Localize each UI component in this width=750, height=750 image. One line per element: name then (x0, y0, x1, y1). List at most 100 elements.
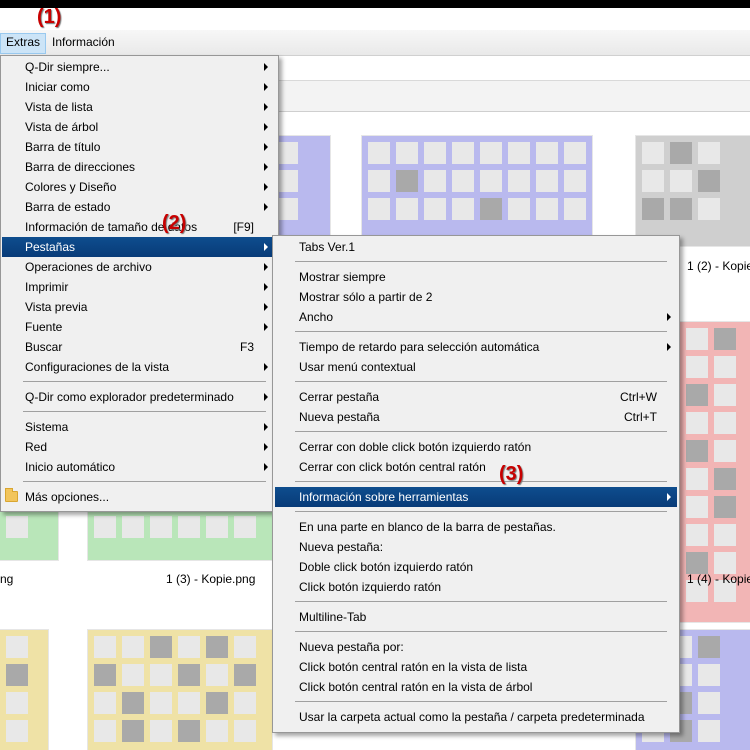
menu-item-red[interactable]: Red (1, 437, 278, 457)
menu-item-barra-de-estado[interactable]: Barra de estado (1, 197, 278, 217)
menu-item-usar-la-carpeta-actual-como-la-pestana-carpeta-predeterminada[interactable]: Usar la carpeta actual como la pestaña /… (273, 707, 679, 727)
menu-item-operaciones-de-archivo[interactable]: Operaciones de archivo (1, 257, 278, 277)
menu-item-barra-de-direcciones[interactable]: Barra de direcciones (1, 157, 278, 177)
menu-item-cerrar-pestana[interactable]: Cerrar pestaña Ctrl+W (273, 387, 679, 407)
thumbnail-cell (122, 516, 144, 538)
menu-item-vista-de-lista[interactable]: Vista de lista (1, 97, 278, 117)
thumbnail-cell (714, 468, 736, 490)
menu-item-shortcut: Ctrl+W (620, 390, 657, 404)
thumbnail-cell (536, 198, 558, 220)
menu-item-label: Buscar (25, 340, 63, 354)
thumbnail-cell (206, 664, 228, 686)
menu-separator (295, 511, 667, 512)
file-thumbnail[interactable] (636, 136, 750, 246)
file-thumbnail[interactable] (270, 136, 330, 246)
menu-item-click-boton-central-raton-en-la-vista-de-lista[interactable]: Click botón central ratón en la vista de… (273, 657, 679, 677)
thumbnail-cell (714, 496, 736, 518)
file-name-label: 1 (4) - Kopie (687, 572, 750, 586)
thumbnail-cell (670, 198, 692, 220)
thumbnail-cell (698, 142, 720, 164)
thumbnail-cell (686, 468, 708, 490)
thumbnail-cell (452, 142, 474, 164)
menu-item-q-dir-siempre[interactable]: Q-Dir siempre... (1, 57, 278, 77)
menu-item-cerrar-con-doble-click-boton-izquierdo-raton[interactable]: Cerrar con doble click botón izquierdo r… (273, 437, 679, 457)
menu-item-click-boton-izquierdo-raton[interactable]: Click botón izquierdo ratón (273, 577, 679, 597)
menu-item-buscar[interactable]: Buscar F3 (1, 337, 278, 357)
menu-item-doble-click-boton-izquierdo-raton[interactable]: Doble click botón izquierdo ratón (273, 557, 679, 577)
menu-item-pestanas[interactable]: Pestañas (2, 237, 272, 257)
thumbnail-cell (564, 198, 586, 220)
menu-item-informacion-de-tamano-de-datos[interactable]: Información de tamaño de datos [F9] (1, 217, 278, 237)
menu-item-click-boton-central-raton-en-la-vista-de-arbol[interactable]: Click botón central ratón en la vista de… (273, 677, 679, 697)
menu-item-sistema[interactable]: Sistema (1, 417, 278, 437)
thumbnail-cell (698, 692, 720, 714)
menu-item-colores-y-diseno[interactable]: Colores y Diseño (1, 177, 278, 197)
menu-item-barra-de-titulo[interactable]: Barra de título (1, 137, 278, 157)
thumbnail-cell (564, 142, 586, 164)
menu-item-mas-opciones[interactable]: Más opciones... (1, 487, 278, 507)
submenu-arrow-icon (264, 423, 268, 431)
thumbnail-cell (122, 720, 144, 742)
menu-item-multiline-tab[interactable]: Multiline-Tab (273, 607, 679, 627)
menu-item-vista-previa[interactable]: Vista previa (1, 297, 278, 317)
thumbnail-cell (698, 198, 720, 220)
menu-item-iniciar-como[interactable]: Iniciar como (1, 77, 278, 97)
thumbnail-cell (686, 440, 708, 462)
menu-item-label: Ancho (299, 310, 334, 324)
submenu-arrow-icon (264, 123, 268, 131)
thumbnail-cell (396, 142, 418, 164)
menu-item-informacion-sobre-herramientas[interactable]: Información sobre herramientas (275, 487, 677, 507)
menu-item-label: Tabs Ver.1 (299, 240, 356, 254)
thumbnail-cell (686, 356, 708, 378)
menubar-informacion[interactable]: Información (47, 33, 120, 52)
menu-item-tabs-ver-1[interactable]: Tabs Ver.1 (273, 237, 679, 257)
menu-item-q-dir-como-explorador-predeterminado[interactable]: Q-Dir como explorador predeterminado (1, 387, 278, 407)
file-name-label: 1 (3) - Kopie.png (166, 572, 256, 586)
file-thumbnail[interactable] (0, 510, 58, 560)
menu-item-usar-menu-contextual[interactable]: Usar menú contextual (273, 357, 679, 377)
menu-item-nueva-pestana[interactable]: Nueva pestaña Ctrl+T (273, 407, 679, 427)
thumbnail-cell (396, 170, 418, 192)
menu-item-imprimir[interactable]: Imprimir (1, 277, 278, 297)
annotation-1: (1) (37, 6, 62, 28)
menu-item-nueva-pestana-por[interactable]: Nueva pestaña por: (273, 637, 679, 657)
menu-item-label: Nueva pestaña por: (299, 640, 404, 654)
thumbnail-cell (670, 142, 692, 164)
menu-item-tiempo-de-retardo-para-seleccion-automatica[interactable]: Tiempo de retardo para selección automát… (273, 337, 679, 357)
file-thumbnail[interactable] (362, 136, 592, 246)
file-thumbnail[interactable] (88, 630, 272, 750)
menu-item-label: Barra de título (25, 140, 101, 154)
menubar-extras[interactable]: Extras (0, 33, 47, 54)
menu-item-label: Configuraciones de la vista (25, 360, 170, 374)
thumbnail-cell (508, 198, 530, 220)
menu-item-vista-de-arbol[interactable]: Vista de árbol (1, 117, 278, 137)
menu-item-configuraciones-de-la-vista[interactable]: Configuraciones de la vista (1, 357, 278, 377)
menu-separator (23, 411, 266, 412)
menu-item-nueva-pestana[interactable]: Nueva pestaña: (273, 537, 679, 557)
thumbnail-cell (714, 412, 736, 434)
menu-item-fuente[interactable]: Fuente (1, 317, 278, 337)
thumbnail-cell (94, 692, 116, 714)
thumbnail-cell (698, 664, 720, 686)
thumbnail-cell (536, 170, 558, 192)
menu-item-mostrar-siempre[interactable]: Mostrar siempre (273, 267, 679, 287)
menu-item-ancho[interactable]: Ancho (273, 307, 679, 327)
thumbnail-cell (234, 516, 256, 538)
menu-item-mostrar-solo-a-partir-de-2[interactable]: Mostrar sólo a partir de 2 (273, 287, 679, 307)
window-top-edge (0, 0, 750, 8)
file-thumbnail[interactable] (0, 630, 48, 750)
thumbnail-cell (480, 198, 502, 220)
menu-item-en-una-parte-en-blanco-de-la-barra-de-pestanas[interactable]: En una parte en blanco de la barra de pe… (273, 517, 679, 537)
menu-item-inicio-automatico[interactable]: Inicio automático (1, 457, 278, 477)
thumbnail-cell (122, 664, 144, 686)
submenu-arrow-icon (264, 243, 268, 251)
submenu-arrow-icon (264, 393, 268, 401)
thumbnail-cell (178, 692, 200, 714)
menu-item-label: Mostrar siempre (299, 270, 386, 284)
file-thumbnail[interactable] (88, 510, 272, 560)
menu-item-label: Cerrar pestaña (299, 390, 380, 404)
menu-item-cerrar-con-click-boton-central-raton[interactable]: Cerrar con click botón central ratón (273, 457, 679, 477)
menu-item-label: Click botón izquierdo ratón (299, 580, 442, 594)
menu-separator (295, 601, 667, 602)
menu-item-label: Click botón central ratón en la vista de… (299, 680, 533, 694)
